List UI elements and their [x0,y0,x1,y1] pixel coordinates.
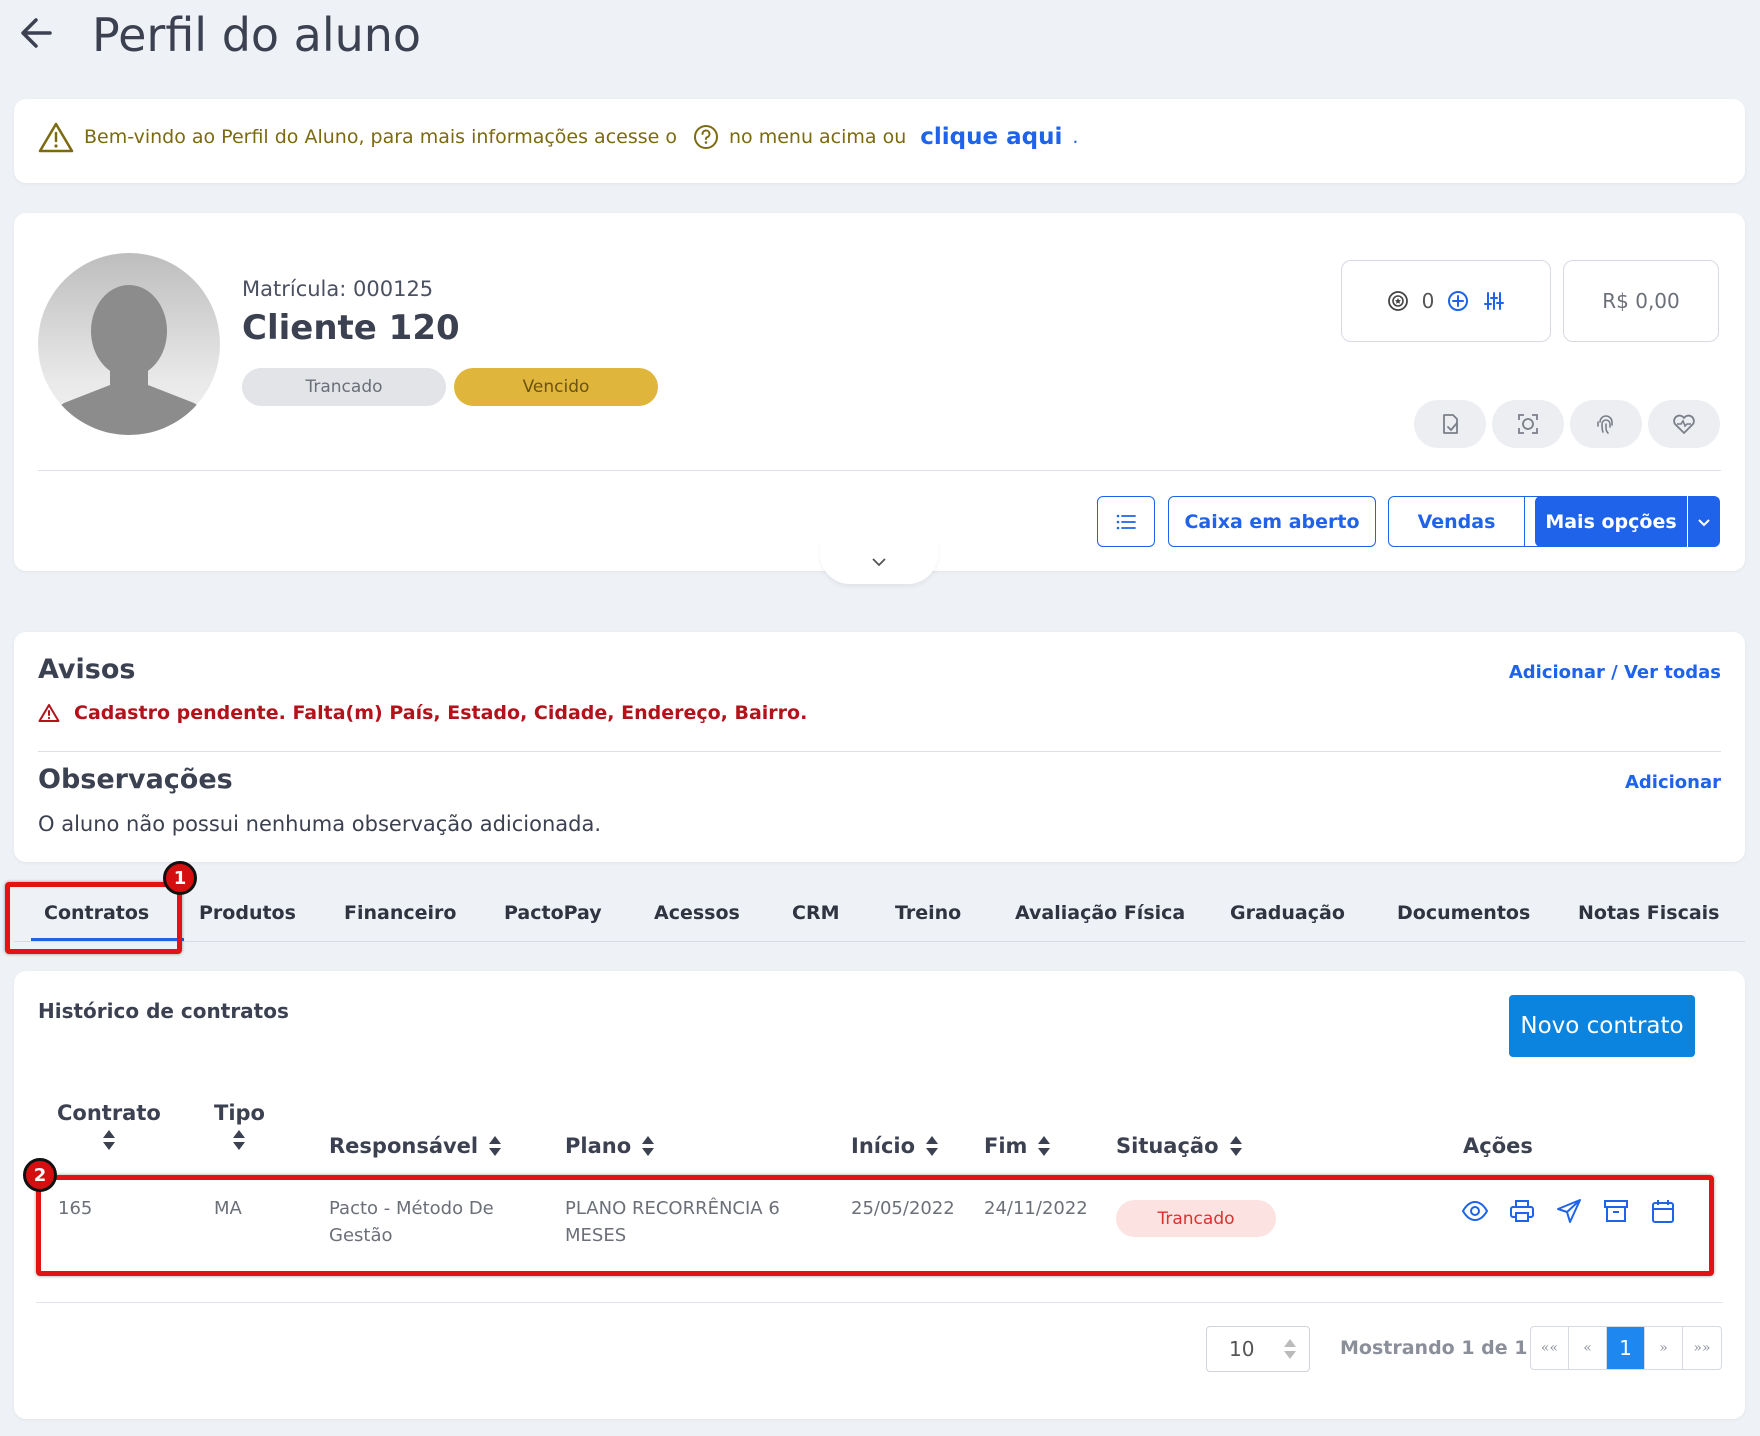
row-divider [36,1302,1723,1303]
contracts-history-title: Histórico de contratos [38,999,289,1023]
balance-box: R$ 0,00 [1563,260,1719,342]
points-box: 0 [1341,260,1551,342]
next-page-button[interactable]: » [1645,1327,1683,1369]
tab-acessos[interactable]: Acessos [654,902,740,924]
pagination: «« « 1 » »» [1530,1326,1722,1370]
chevron-down-icon [871,557,887,567]
pending-registration-warning: Cadastro pendente. Falta(m) País, Estado… [74,702,808,724]
welcome-banner: Bem-vindo ao Perfil do Aluno, para mais … [14,99,1745,183]
status-badge-trancado: Trancado [242,368,446,406]
add-points-icon[interactable] [1446,289,1470,313]
avisos-add-link[interactable]: Adicionar / Ver todas [1509,662,1721,683]
heart-pulse-icon [1671,412,1697,436]
expand-profile-toggle[interactable] [820,540,938,584]
tab-produtos[interactable]: Produtos [199,902,296,924]
col-header-contrato[interactable]: Contrato [57,1101,161,1151]
sort-icon[interactable] [1229,1135,1243,1157]
status-badge-vencido: Vencido [454,368,658,406]
col-label-situacao: Situação [1116,1134,1219,1158]
avisos-divider [38,751,1721,752]
annotation-badge-1: 1 [163,861,197,895]
pagination-info: Mostrando 1 de 1 [1340,1337,1528,1359]
profile-divider [38,470,1721,471]
avatar [38,253,220,435]
col-label-fim: Fim [984,1134,1028,1158]
banner-text: Bem-vindo ao Perfil do Aluno, para mais … [84,126,677,148]
back-arrow-icon[interactable] [16,10,62,56]
fingerprint-icon [1594,412,1618,436]
col-label-tipo: Tipo [214,1101,265,1125]
page-size-select[interactable]: 10 [1206,1326,1310,1372]
col-header-acoes: Ações [1463,1134,1533,1158]
sort-icon[interactable] [925,1135,939,1157]
col-label-contrato: Contrato [57,1101,161,1125]
fingerprint-button[interactable] [1570,400,1642,448]
tab-pactopay[interactable]: PactoPay [504,902,602,924]
health-button[interactable] [1648,400,1720,448]
profile-tabs: Contratos Produtos Financeiro PactoPay A… [14,886,1745,942]
mais-opcoes-button[interactable]: Mais opções [1535,496,1687,547]
sort-icon[interactable] [102,1129,116,1151]
warning-icon [38,121,74,153]
document-edit-icon [1438,412,1462,436]
avisos-card: Avisos Adicionar / Ver todas Cadastro pe… [14,632,1745,862]
new-contract-button[interactable]: Novo contrato [1509,995,1695,1057]
col-label-responsavel: Responsável [329,1134,479,1158]
tab-avaliacao-fisica[interactable]: Avaliação Física [1015,902,1185,924]
col-header-responsavel[interactable]: Responsável [329,1134,502,1158]
page-1-button[interactable]: 1 [1607,1327,1645,1369]
tab-notas-fiscais[interactable]: Notas Fiscais [1578,902,1720,924]
observacoes-title: Observações [38,764,233,795]
highlight-box-contratos [5,882,182,954]
observacoes-add-link[interactable]: Adicionar [1625,772,1721,793]
banner-text-after: no menu acima ou [729,126,907,148]
col-header-inicio[interactable]: Início [851,1134,939,1158]
tab-documentos[interactable]: Documentos [1397,902,1530,924]
help-icon [693,124,719,150]
points-value: 0 [1421,289,1435,313]
caixa-em-aberto-button[interactable]: Caixa em aberto [1168,496,1376,547]
vendas-button[interactable]: Vendas [1388,496,1525,547]
tab-graduacao[interactable]: Graduação [1230,902,1345,924]
select-arrows-icon [1283,1338,1297,1360]
prev-page-button[interactable]: « [1569,1327,1607,1369]
col-label-inicio: Início [851,1134,916,1158]
avisos-title: Avisos [38,654,136,685]
observacoes-empty-text: O aluno não possui nenhuma observação ad… [38,812,602,836]
tab-financeiro[interactable]: Financeiro [344,902,456,924]
tab-treino[interactable]: Treino [895,902,961,924]
warning-icon [38,703,60,723]
adjust-points-icon[interactable] [1482,289,1506,313]
list-view-button[interactable] [1097,496,1155,547]
matricula-label: Matrícula: 000125 [242,277,434,301]
sort-icon[interactable] [641,1135,655,1157]
first-page-button[interactable]: «« [1531,1327,1569,1369]
page-title: Perfil do aluno [92,8,422,62]
banner-period: . [1072,126,1079,148]
col-header-situacao[interactable]: Situação [1116,1134,1243,1158]
document-sign-button[interactable] [1414,400,1486,448]
face-scan-icon [1516,412,1540,436]
col-header-plano[interactable]: Plano [565,1134,655,1158]
col-header-tipo[interactable]: Tipo [214,1101,265,1151]
chevron-down-icon [1697,517,1711,527]
highlight-box-contract-row [36,1175,1714,1276]
click-here-link[interactable]: clique aqui [920,124,1062,150]
list-icon [1115,513,1137,531]
sort-icon[interactable] [232,1129,246,1151]
col-label-plano: Plano [565,1134,632,1158]
mais-opcoes-dropdown-button[interactable] [1688,496,1720,547]
medal-icon [1386,289,1410,313]
annotation-badge-2: 2 [23,1158,57,1192]
client-name: Cliente 120 [242,308,460,348]
face-recognition-button[interactable] [1492,400,1564,448]
col-header-fim[interactable]: Fim [984,1134,1051,1158]
tab-crm[interactable]: CRM [792,902,839,924]
profile-card: Matrícula: 000125 Cliente 120 Trancado V… [14,213,1745,571]
sort-icon[interactable] [488,1135,502,1157]
page-size-value: 10 [1229,1337,1255,1361]
sort-icon[interactable] [1037,1135,1051,1157]
last-page-button[interactable]: »» [1683,1327,1721,1369]
